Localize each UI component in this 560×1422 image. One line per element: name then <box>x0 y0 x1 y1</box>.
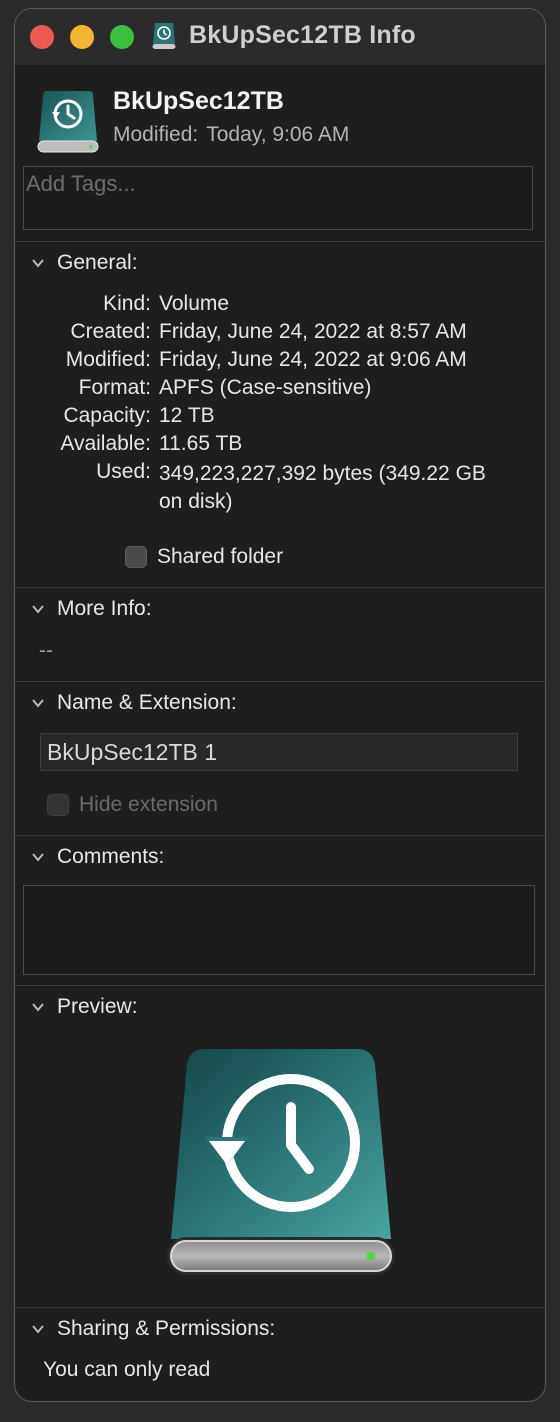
section-sharing-title: Sharing & Permissions: <box>57 1317 276 1340</box>
volume-name: BkUpSec12TB <box>113 87 284 115</box>
info-row-created: Created: Friday, June 24, 2022 at 8:57 A… <box>15 320 545 348</box>
window-title: BkUpSec12TB Info <box>151 21 416 50</box>
chevron-down-icon[interactable] <box>31 1322 45 1336</box>
hide-extension-checkbox <box>47 794 69 816</box>
modified-label: Modified: <box>113 123 199 146</box>
section-comments-title: Comments: <box>57 845 165 868</box>
info-label: Used: <box>96 460 151 483</box>
info-label: Modified: <box>65 348 151 371</box>
info-row-kind: Kind: Volume <box>15 292 545 320</box>
info-value: 349,223,227,392 bytes (349.22 GB on disk… <box>159 462 486 513</box>
info-row-used: Used: 349,223,227,392 bytes (349.22 GB o… <box>15 460 545 513</box>
name-field[interactable] <box>40 733 518 771</box>
comments-textarea[interactable] <box>24 886 534 974</box>
chevron-down-icon[interactable] <box>31 850 45 864</box>
time-machine-drive-icon <box>152 22 176 49</box>
info-row-available: Available: 11.65 TB <box>15 432 545 460</box>
info-value: Friday, June 24, 2022 at 8:57 AM <box>159 320 467 343</box>
info-value: Friday, June 24, 2022 at 9:06 AM <box>159 348 467 371</box>
hide-extension-label: Hide extension <box>79 793 218 816</box>
divider <box>15 1307 545 1308</box>
info-label: Format: <box>78 376 151 399</box>
section-name-extension-header[interactable]: Name & Extension: <box>31 691 237 715</box>
divider <box>15 985 545 986</box>
zoom-button[interactable] <box>110 25 134 49</box>
title-bar[interactable]: BkUpSec12TB Info <box>15 9 545 66</box>
more-info-value: -- <box>39 639 53 662</box>
info-value: 11.65 TB <box>159 432 243 455</box>
chevron-down-icon[interactable] <box>31 256 45 270</box>
info-value: Volume <box>159 292 230 315</box>
hide-extension-checkbox-row: Hide extension <box>47 793 218 817</box>
chevron-down-icon[interactable] <box>31 602 45 616</box>
info-row-modified: Modified: Friday, June 24, 2022 at 9:06 … <box>15 348 545 376</box>
comments-field[interactable] <box>23 885 535 975</box>
info-label: Capacity: <box>63 404 151 427</box>
window-title-text: BkUpSec12TB Info <box>189 21 416 49</box>
divider <box>15 681 545 682</box>
section-comments-header[interactable]: Comments: <box>31 845 164 869</box>
section-sharing-header[interactable]: Sharing & Permissions: <box>31 1317 275 1341</box>
minimize-button[interactable] <box>70 25 94 49</box>
close-button[interactable] <box>30 25 54 49</box>
section-name-extension-title: Name & Extension: <box>57 691 237 714</box>
section-preview-title: Preview: <box>57 995 138 1018</box>
info-value: 12 TB <box>159 404 215 427</box>
info-label: Kind: <box>103 292 151 315</box>
info-label: Available: <box>60 432 151 455</box>
info-window: BkUpSec12TB Info BkUpSec12TB Modified: To… <box>14 8 546 1402</box>
divider <box>15 241 545 242</box>
chevron-down-icon[interactable] <box>31 696 45 710</box>
section-general-header[interactable]: General: <box>31 251 138 275</box>
section-general-title: General: <box>57 251 138 274</box>
divider <box>15 587 545 588</box>
section-preview-header[interactable]: Preview: <box>31 995 138 1019</box>
info-row-format: Format: APFS (Case-sensitive) <box>15 376 545 404</box>
info-row-capacity: Capacity: 12 TB <box>15 404 545 432</box>
time-machine-drive-icon <box>37 91 99 153</box>
shared-folder-label: Shared folder <box>157 545 284 568</box>
shared-folder-checkbox-row[interactable]: Shared folder <box>125 545 283 569</box>
divider <box>15 835 545 836</box>
time-machine-drive-icon <box>167 1049 395 1275</box>
modified-value: Today, 9:06 AM <box>206 123 350 146</box>
info-value: APFS (Case-sensitive) <box>159 376 372 399</box>
chevron-down-icon[interactable] <box>31 1000 45 1014</box>
sharing-permission-text: You can only read <box>43 1358 211 1381</box>
info-header: BkUpSec12TB Modified: Today, 9:06 AM <box>15 65 545 165</box>
shared-folder-checkbox[interactable] <box>125 546 147 568</box>
info-label: Created: <box>70 320 151 343</box>
tags-input[interactable] <box>24 167 532 197</box>
section-more-info-title: More Info: <box>57 597 152 620</box>
tags-field[interactable] <box>23 166 533 230</box>
volume-modified: Modified: Today, 9:06 AM <box>113 123 349 147</box>
section-more-info-header[interactable]: More Info: <box>31 597 152 621</box>
